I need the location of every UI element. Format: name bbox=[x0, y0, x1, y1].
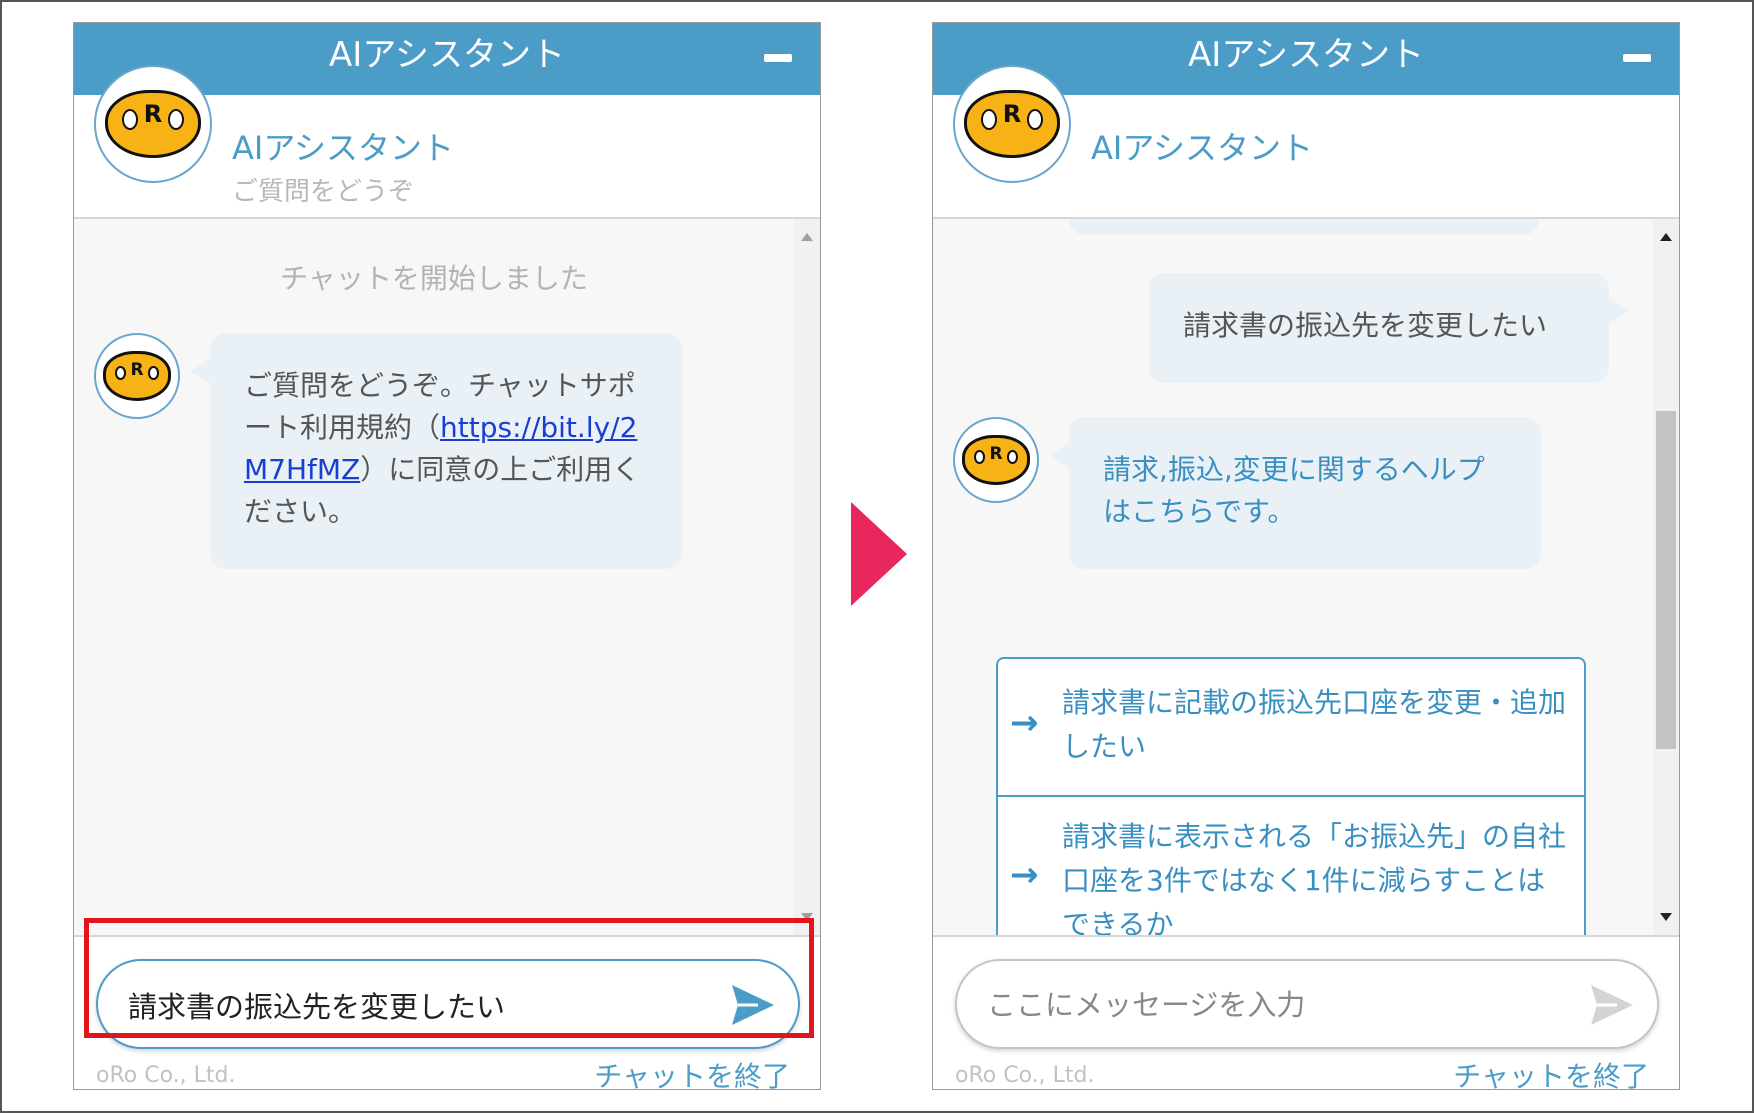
option-label: 請求書に記載の振込先口座を変更・追加したい bbox=[1062, 686, 1567, 763]
option-label: 請求書に表示される「お振込先」の自社口座を3件ではなく1件に減らすことはできるか bbox=[1062, 820, 1567, 935]
previous-message-bubble bbox=[1069, 219, 1539, 235]
avatar-mouth: R bbox=[130, 359, 144, 380]
minimize-icon[interactable] bbox=[764, 54, 792, 62]
bot-avatar-icon: R bbox=[953, 417, 1039, 503]
footer-brand: oRo Co., Ltd. bbox=[955, 1063, 1095, 1088]
bot-subtitle: ご質問をどうぞ bbox=[232, 177, 415, 207]
bot-avatar-icon: R bbox=[953, 65, 1071, 183]
bot-name: AIアシスタント bbox=[1091, 129, 1314, 167]
avatar-mouth: R bbox=[143, 100, 163, 129]
option-arrow-icon: → bbox=[1010, 703, 1039, 743]
input-area: oRo Co., Ltd. チャットを終了 bbox=[933, 935, 1679, 1089]
scroll-up-icon[interactable] bbox=[801, 233, 813, 241]
help-options: → 請求書に記載の振込先口座を変更・追加したい → 請求書に表示される「お振込先… bbox=[996, 657, 1586, 935]
system-message: チャットを開始しました bbox=[280, 262, 588, 295]
scroll-down-icon[interactable] bbox=[1660, 913, 1672, 921]
end-chat-link[interactable]: チャットを終了 bbox=[594, 1055, 790, 1089]
chat-widget-after: AIアシスタント R AIアシスタント 請求書の振込先を変更したい R 請求,振… bbox=[932, 22, 1680, 1090]
flow-arrow-icon bbox=[851, 502, 907, 606]
highlight-box bbox=[84, 918, 814, 1038]
bot-message-text: 請求,振込,変更に関するヘルプはこちらです。 bbox=[1103, 453, 1485, 528]
message-input-box[interactable] bbox=[955, 959, 1659, 1049]
bot-message-bubble: ご質問をどうぞ。チャットサポート利用規約（https://bit.ly/2M7H… bbox=[190, 333, 682, 569]
window-title: AIアシスタント bbox=[329, 35, 565, 75]
avatar-mouth: R bbox=[1002, 100, 1022, 129]
bot-avatar-icon: R bbox=[94, 65, 212, 183]
minimize-icon[interactable] bbox=[1623, 54, 1651, 62]
end-chat-link[interactable]: チャットを終了 bbox=[1453, 1055, 1649, 1089]
footer-brand: oRo Co., Ltd. bbox=[96, 1063, 236, 1088]
scrollbar[interactable] bbox=[1653, 219, 1679, 935]
send-icon[interactable] bbox=[1589, 983, 1635, 1027]
help-option[interactable]: → 請求書に記載の振込先口座を変更・追加したい bbox=[998, 659, 1584, 795]
bot-avatar-icon: R bbox=[94, 333, 180, 419]
scroll-up-icon[interactable] bbox=[1660, 233, 1672, 241]
user-message-bubble: 請求書の振込先を変更したい bbox=[1149, 273, 1629, 383]
message-input[interactable] bbox=[987, 981, 1567, 1029]
avatar-mouth: R bbox=[989, 443, 1003, 464]
scrollbar[interactable] bbox=[794, 219, 820, 935]
bot-header: R AIアシスタント ご質問をどうぞ bbox=[74, 65, 820, 219]
bot-name: AIアシスタント bbox=[232, 129, 455, 167]
help-option[interactable]: → 請求書に表示される「お振込先」の自社口座を3件ではなく1件に減らすことはでき… bbox=[998, 795, 1584, 935]
scroll-thumb[interactable] bbox=[1656, 411, 1676, 749]
user-message-text: 請求書の振込先を変更したい bbox=[1183, 309, 1548, 342]
chat-log: 請求書の振込先を変更したい R 請求,振込,変更に関するヘルプはこちらです。 →… bbox=[933, 219, 1679, 935]
bot-message-bubble: 請求,振込,変更に関するヘルプはこちらです。 bbox=[1049, 417, 1541, 569]
option-arrow-icon: → bbox=[1010, 855, 1039, 895]
window-title: AIアシスタント bbox=[1188, 35, 1424, 75]
bot-header: R AIアシスタント bbox=[933, 65, 1679, 219]
chat-log: チャットを開始しました R ご質問をどうぞ。チャットサポート利用規約（https… bbox=[74, 219, 820, 935]
